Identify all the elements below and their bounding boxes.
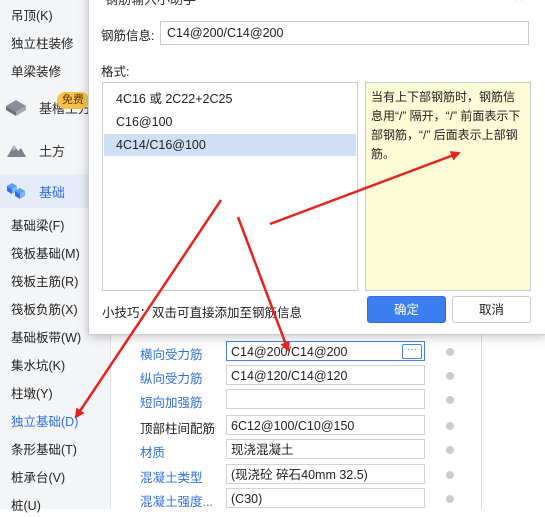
property-name: 混凝土强度... bbox=[140, 495, 213, 509]
property-row: 混凝土类型 (现浇砼 碎石40mm 32.5) bbox=[126, 463, 476, 487]
more-options-button[interactable]: ··· bbox=[402, 344, 422, 359]
property-name: 材质 bbox=[140, 446, 166, 460]
property-name: 横向受力筋 bbox=[140, 348, 203, 362]
format-label: 格式: bbox=[101, 65, 130, 79]
dialog-title: 钢筋输入小助手 bbox=[105, 0, 196, 8]
status-dot bbox=[446, 495, 454, 503]
status-dot bbox=[446, 372, 454, 380]
format-list: 4C16 或 2C22+2C25 C16@100 4C14/C16@100 bbox=[102, 82, 358, 291]
rebar-info-input[interactable] bbox=[160, 21, 529, 45]
rebar-info-label: 钢筋信息: bbox=[101, 29, 155, 43]
sidebar-item-ceiling[interactable]: 吊顶(K) bbox=[11, 5, 53, 27]
property-name: 顶部柱间配筋 bbox=[140, 422, 216, 436]
tip-text: 小技巧：双击可直接添加至钢筋信息 bbox=[102, 306, 303, 320]
property-value-input[interactable]: 现浇混凝土 bbox=[226, 439, 425, 459]
format-list-item[interactable]: 4C16 或 2C22+2C25 bbox=[104, 88, 356, 110]
property-name: 混凝土类型 bbox=[140, 471, 203, 485]
sidebar-item-pile[interactable]: 桩(U) bbox=[11, 495, 41, 517]
sidebar-item-beam-finish[interactable]: 单梁装修 bbox=[11, 61, 61, 83]
property-name: 短向加强筋 bbox=[140, 396, 203, 410]
property-value-input[interactable]: C14@200/C14@200 ··· bbox=[226, 341, 425, 361]
status-dot bbox=[446, 446, 454, 454]
sidebar-item-foundation-strip[interactable]: 基础板带(W) bbox=[11, 327, 81, 349]
sidebar-item-raft-foundation[interactable]: 筏板基础(M) bbox=[11, 243, 80, 265]
sidebar-item-column-finish[interactable]: 独立柱装修 bbox=[11, 33, 74, 55]
property-row: 顶部柱间配筋 6C12@100/C10@150 bbox=[126, 414, 476, 438]
sidebar-item-pile-cap[interactable]: 桩承台(V) bbox=[11, 467, 65, 489]
free-badge: 免费 bbox=[57, 92, 89, 109]
sidebar-item-raft-main-rebar[interactable]: 筏板主筋(R) bbox=[11, 271, 78, 293]
category-label: 土方 bbox=[39, 144, 66, 159]
foundation-pit-icon bbox=[6, 100, 26, 116]
sidebar-item-strip-footing[interactable]: 条形基础(T) bbox=[11, 439, 77, 461]
format-list-item-selected[interactable]: 4C14/C16@100 bbox=[104, 134, 356, 156]
property-value-input[interactable]: 6C12@100/C10@150 bbox=[226, 415, 425, 435]
property-row: 横向受力筋 C14@200/C14@200 ··· bbox=[126, 340, 476, 364]
status-dot bbox=[446, 348, 454, 356]
property-row: 材质 现浇混凝土 bbox=[126, 438, 476, 462]
property-row: 纵向受力筋 C14@120/C14@120 bbox=[126, 364, 476, 388]
format-hint-box: 当有上下部钢筋时，钢筋信息用“/” 隔开，“/” 前面表示下部钢筋，“/” 后面… bbox=[365, 82, 531, 291]
property-row: 混凝土强度... (C30) bbox=[126, 487, 476, 511]
sidebar-item-column-pier[interactable]: 柱墩(Y) bbox=[11, 383, 53, 405]
format-list-item[interactable]: C16@100 bbox=[104, 111, 356, 133]
category-label: 基础 bbox=[39, 185, 66, 200]
property-row: 短向加强筋 bbox=[126, 388, 476, 412]
rebar-input-dialog: 钢筋输入小助手 × 钢筋信息: 格式: 4C16 或 2C22+2C25 C16… bbox=[88, 0, 545, 335]
property-name: 纵向受力筋 bbox=[140, 372, 203, 386]
property-value-input[interactable]: C14@120/C14@120 bbox=[226, 365, 425, 385]
sidebar-item-raft-negative-rebar[interactable]: 筏板负筋(X) bbox=[11, 299, 78, 321]
property-value-input[interactable]: (C30) bbox=[226, 488, 425, 508]
property-value-input[interactable] bbox=[226, 389, 425, 409]
earthwork-icon bbox=[7, 145, 26, 157]
properties-panel: 横向受力筋 C14@200/C14@200 ··· 纵向受力筋 C14@120/… bbox=[126, 320, 480, 509]
property-value-input[interactable]: (现浇砼 碎石40mm 32.5) bbox=[226, 464, 425, 484]
close-icon[interactable]: × bbox=[515, 0, 523, 5]
ok-button[interactable]: 确定 bbox=[367, 296, 446, 323]
status-dot bbox=[446, 396, 454, 404]
sidebar-item-isolated-footing[interactable]: 独立基础(D) bbox=[11, 411, 78, 433]
status-dot bbox=[446, 471, 454, 479]
sidebar-item-foundation-beam[interactable]: 基础梁(F) bbox=[11, 215, 64, 237]
cancel-button[interactable]: 取消 bbox=[452, 296, 531, 323]
property-value-text: C14@200/C14@200 bbox=[231, 345, 348, 359]
status-dot bbox=[446, 422, 454, 430]
foundation-blocks-icon bbox=[7, 183, 25, 199]
sidebar-item-sump-pit[interactable]: 集水坑(K) bbox=[11, 355, 65, 377]
